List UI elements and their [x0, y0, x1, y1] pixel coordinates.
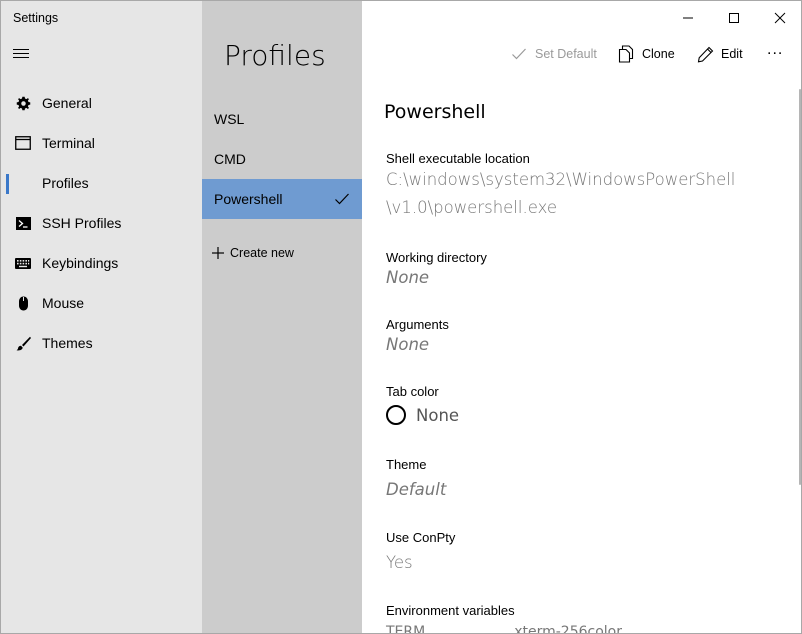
profiles-pane: Profiles WSL CMD Powershell Create new: [202, 1, 362, 633]
page-title: Profiles: [224, 39, 326, 72]
field-label: Working directory: [386, 250, 487, 265]
copy-icon: [617, 45, 635, 63]
radio-circle-icon: [386, 405, 406, 425]
environment-variables-field[interactable]: Environment variables TERM xterm-256colo…: [386, 603, 746, 634]
nav-item-general[interactable]: General: [1, 83, 202, 123]
nav-item-themes[interactable]: Themes: [1, 323, 202, 363]
minimize-icon: [683, 17, 693, 19]
profile-label: Powershell: [214, 191, 283, 207]
nav-list: General Terminal Profiles SSH Profiles K…: [1, 83, 202, 363]
profile-item-cmd[interactable]: CMD: [202, 139, 362, 179]
nav-item-ssh-profiles[interactable]: SSH Profiles: [1, 203, 202, 243]
tab-color-field: Tab color None: [386, 384, 746, 425]
hamburger-menu-icon[interactable]: [13, 46, 31, 62]
blank-icon: [15, 175, 31, 191]
field-label: Environment variables: [386, 603, 515, 618]
set-default-button[interactable]: Set Default: [510, 41, 597, 67]
close-icon: [774, 12, 786, 24]
nav-item-label: Themes: [42, 335, 93, 351]
brush-icon: [15, 335, 31, 351]
nav-item-label: Keybindings: [42, 255, 119, 271]
command-bar: Set Default Clone Edit ...: [362, 41, 801, 67]
keyboard-icon: [15, 255, 31, 271]
profile-item-wsl[interactable]: WSL: [202, 99, 362, 139]
pencil-icon: [696, 45, 714, 63]
nav-item-profiles[interactable]: Profiles: [1, 163, 202, 203]
create-new-button[interactable]: Create new: [211, 246, 294, 260]
profile-label: WSL: [214, 111, 245, 127]
profile-item-powershell[interactable]: Powershell: [202, 179, 362, 219]
plus-icon: [211, 246, 225, 260]
field-value: None: [386, 335, 430, 354]
env-variable-row: TERM xterm-256color: [386, 624, 622, 634]
mouse-icon: [15, 295, 31, 311]
field-label: Shell executable location: [386, 151, 530, 166]
clone-button[interactable]: Clone: [617, 41, 675, 67]
use-conpty-field[interactable]: Use ConPty Yes: [386, 530, 746, 572]
maximize-button[interactable]: [711, 1, 757, 35]
more-options-button[interactable]: ...: [767, 37, 783, 63]
field-value: None: [386, 268, 430, 287]
console-prompt-icon: [15, 215, 31, 231]
create-new-label: Create new: [230, 246, 294, 260]
field-value: C:\windows\system32\WindowsPowerShell \v…: [386, 166, 746, 222]
field-label: Theme: [386, 457, 427, 472]
nav-item-terminal[interactable]: Terminal: [1, 123, 202, 163]
profile-list: WSL CMD Powershell: [202, 99, 362, 219]
theme-field[interactable]: Theme Default: [386, 457, 746, 499]
close-button[interactable]: [757, 1, 801, 35]
profile-title: Powershell: [384, 101, 486, 123]
set-default-label: Set Default: [535, 47, 597, 61]
settings-window: Settings General Terminal Profiles SSH P…: [0, 0, 802, 634]
maximize-icon: [729, 13, 739, 23]
edit-label: Edit: [721, 47, 743, 61]
nav-item-label: Terminal: [42, 135, 95, 151]
field-value: Default: [386, 480, 447, 499]
field-label: Tab color: [386, 384, 439, 399]
gear-icon: [15, 95, 31, 111]
content-pane: Set Default Clone Edit ... Powershell Sh…: [362, 1, 801, 634]
shell-path-line-1: C:\windows\system32\WindowsPowerShell: [386, 170, 736, 189]
nav-item-keybindings[interactable]: Keybindings: [1, 243, 202, 283]
nav-item-label: SSH Profiles: [42, 215, 122, 231]
minimize-button[interactable]: [665, 1, 711, 35]
nav-item-label: Profiles: [42, 175, 89, 191]
more-icon: ...: [767, 41, 784, 58]
scrollbar[interactable]: [799, 89, 801, 485]
field-label: Use ConPty: [386, 530, 456, 545]
checkmark-icon: [334, 191, 350, 207]
shell-location-field[interactable]: Shell executable location C:\windows\sys…: [386, 151, 746, 222]
nav-item-label: Mouse: [42, 295, 85, 311]
window-controls: [665, 1, 801, 35]
nav-item-label: General: [42, 95, 92, 111]
terminal-window-icon: [15, 135, 31, 151]
nav-item-mouse[interactable]: Mouse: [1, 283, 202, 323]
tab-color-radio[interactable]: None: [386, 405, 746, 425]
shell-path-line-2: \v1.0\powershell.exe: [386, 198, 558, 217]
field-label: Arguments: [386, 317, 449, 332]
radio-label: None: [416, 405, 460, 425]
arguments-field[interactable]: Arguments None: [386, 317, 746, 354]
edit-button[interactable]: Edit: [696, 41, 743, 67]
checkmark-icon: [510, 45, 528, 63]
app-title: Settings: [13, 11, 59, 25]
profile-label: CMD: [214, 151, 246, 167]
clone-label: Clone: [642, 47, 675, 61]
nav-pane: Settings General Terminal Profiles SSH P…: [1, 1, 202, 633]
working-directory-field[interactable]: Working directory None: [386, 250, 746, 287]
field-value: Yes: [386, 553, 413, 572]
